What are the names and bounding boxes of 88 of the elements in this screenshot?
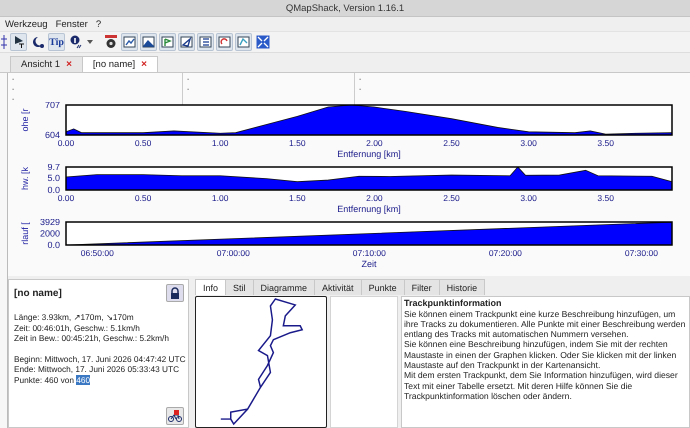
window-icon <box>180 35 194 49</box>
axis-tick-label: 2.50 <box>443 193 460 203</box>
axis-tick-label: 07:00:00 <box>216 248 250 258</box>
axis-title: ohe [r <box>20 108 30 132</box>
axis-title: Entfernung [km] <box>337 149 401 159</box>
axis-tick-label: 2.00 <box>366 193 383 203</box>
axis-tick-label: 3.00 <box>520 138 537 148</box>
menu-item[interactable]: Werkzeug <box>2 18 51 30</box>
menu-item[interactable]: ? <box>92 18 104 30</box>
axis-tick-label: 707 <box>44 102 60 110</box>
axis-tick-label: 5.0 <box>47 173 60 184</box>
window-icon <box>142 35 156 49</box>
detail-tab[interactable]: Stil <box>225 279 254 295</box>
window-icon <box>122 35 136 49</box>
axis-title: rlauf [ <box>20 222 30 245</box>
window-icon <box>218 35 232 49</box>
info-paragraph: Mit dem ersten Trackpunkt, dem Sie Information hinzufügen, wird dieser Text mit einer Tabelle ersetzt. Mit deren Hilfe können Sie die Trackpunktinformation löschen oder ändern. <box>404 370 679 402</box>
axis-title: Zeit <box>362 259 376 269</box>
tip-button[interactable]: Tip <box>48 33 65 51</box>
info-title: Trackpunktinformation <box>404 298 503 308</box>
axis-tick-label: 0.00 <box>58 193 74 203</box>
menu-item[interactable]: Fenster <box>52 18 91 30</box>
detail-tab[interactable]: Info <box>195 279 226 295</box>
axis-tick-label: 0.0 <box>47 185 60 195</box>
stat-text: Zeit in Bew.: 00:45:21h, Geschw.: 5.2km/h <box>14 333 170 344</box>
window-icon <box>160 35 174 49</box>
axis-tick-label: 604 <box>44 130 60 140</box>
detail-tab[interactable]: Historie <box>438 279 486 295</box>
axis-tick-label: 3929 <box>40 219 60 227</box>
info-paragraph: Sie können einem Trackpunkt eine kurze Beschreibung hinzufügen, um ihre Tracks zu dokumentieren. Alle Punkte mit einer Beschreibung werden entlang des Tracks mit automatischen Nummern versehen. <box>404 308 686 340</box>
moon-icon <box>30 35 44 49</box>
axis-title: hw. [k <box>20 167 30 190</box>
window-icon <box>198 35 212 49</box>
detail-tab[interactable]: Diagramme <box>252 279 316 295</box>
close-button[interactable]: × <box>66 59 72 70</box>
info-paragraph: Sie können eine Beschreibung hinzufügen, indem Sie mit der rechten Maustaste in einen der Graphen klicken. Oder Sie klicken mit der linken Maustaste auf den Trackpunkt in der Kartenansicht. <box>404 339 678 370</box>
axis-tick-label: 1.50 <box>289 138 306 148</box>
axis-tick-label: 0.50 <box>134 193 152 203</box>
lock-button[interactable] <box>166 284 184 302</box>
window-button[interactable] <box>197 33 214 51</box>
tab-label: Ansicht 1 <box>21 59 60 70</box>
axis-tick-label: 2.50 <box>443 138 460 148</box>
time-text: Beginn: Mittwoch, 17. Juni 2026 04:47:42 UTC <box>14 354 184 364</box>
window-button[interactable] <box>159 33 176 51</box>
bicycle-icon <box>168 410 182 422</box>
lock-icon <box>170 287 180 299</box>
axis-tick-label: 1.50 <box>289 193 306 203</box>
points-text: Punkte: 460 von 460 <box>14 374 92 385</box>
activity-button[interactable] <box>166 407 184 425</box>
axis-tick-label: 07:30:00 <box>624 248 658 258</box>
axis-tick-label: 3.00 <box>520 193 537 203</box>
fullscreen-button[interactable] <box>254 33 271 51</box>
time-text: Ende: Mittwoch, 17. Juni 2026 05:33:43 UTC <box>14 364 180 374</box>
window-button[interactable] <box>178 33 195 51</box>
expand-icon <box>256 35 270 49</box>
window-button[interactable] <box>235 33 252 51</box>
axis-tick-label: 06:50:00 <box>80 248 114 258</box>
window-icon <box>236 35 250 49</box>
axis-tick-label: 0.00 <box>58 138 74 148</box>
detail-tab[interactable]: Filter <box>404 279 440 295</box>
stat-text: Länge: 3.93km, ↗170m, ↘170m <box>14 312 135 322</box>
detail-tab[interactable]: Punkte <box>360 279 405 295</box>
track-name: [no name] <box>14 288 62 299</box>
axis-title: Entfernung [km] <box>337 204 401 214</box>
axis-tick-label: 3.50 <box>597 193 614 203</box>
axis-tick-label: 1.00 <box>212 138 228 148</box>
axis-tick-label: 2000 <box>40 228 60 238</box>
window-title: QMapShack, Version 1.16.1 <box>286 2 404 14</box>
window-button[interactable] <box>140 33 157 51</box>
view-tab[interactable]: Ansicht 1 × <box>10 56 83 72</box>
axis-tick-label: 3.50 <box>597 138 614 148</box>
axis-tick-label: 0.50 <box>134 138 152 148</box>
detail-tab[interactable]: Aktivität <box>314 279 362 295</box>
axis-tick-label: 9.7 <box>47 164 60 172</box>
axis-tick-label: 07:20:00 <box>488 248 522 258</box>
close-button[interactable]: × <box>141 59 148 70</box>
info-icon <box>68 35 82 49</box>
view-tab[interactable]: [no name] × <box>82 56 158 72</box>
axis-tick-label: 0.0 <box>47 240 60 250</box>
stat-text: Zeit: 00:46:01h, Geschw.: 5.1km/h <box>14 322 141 333</box>
window-button[interactable] <box>121 33 138 51</box>
caret-icon <box>87 40 93 44</box>
axis-tick-label: 2.00 <box>366 138 383 148</box>
axis-tick-label: 1.00 <box>212 193 228 203</box>
grid-button[interactable] <box>0 33 8 51</box>
tab-label: [no name] <box>92 59 136 70</box>
window-button[interactable] <box>216 33 233 51</box>
axis-tick-label: 07:10:00 <box>352 248 386 258</box>
